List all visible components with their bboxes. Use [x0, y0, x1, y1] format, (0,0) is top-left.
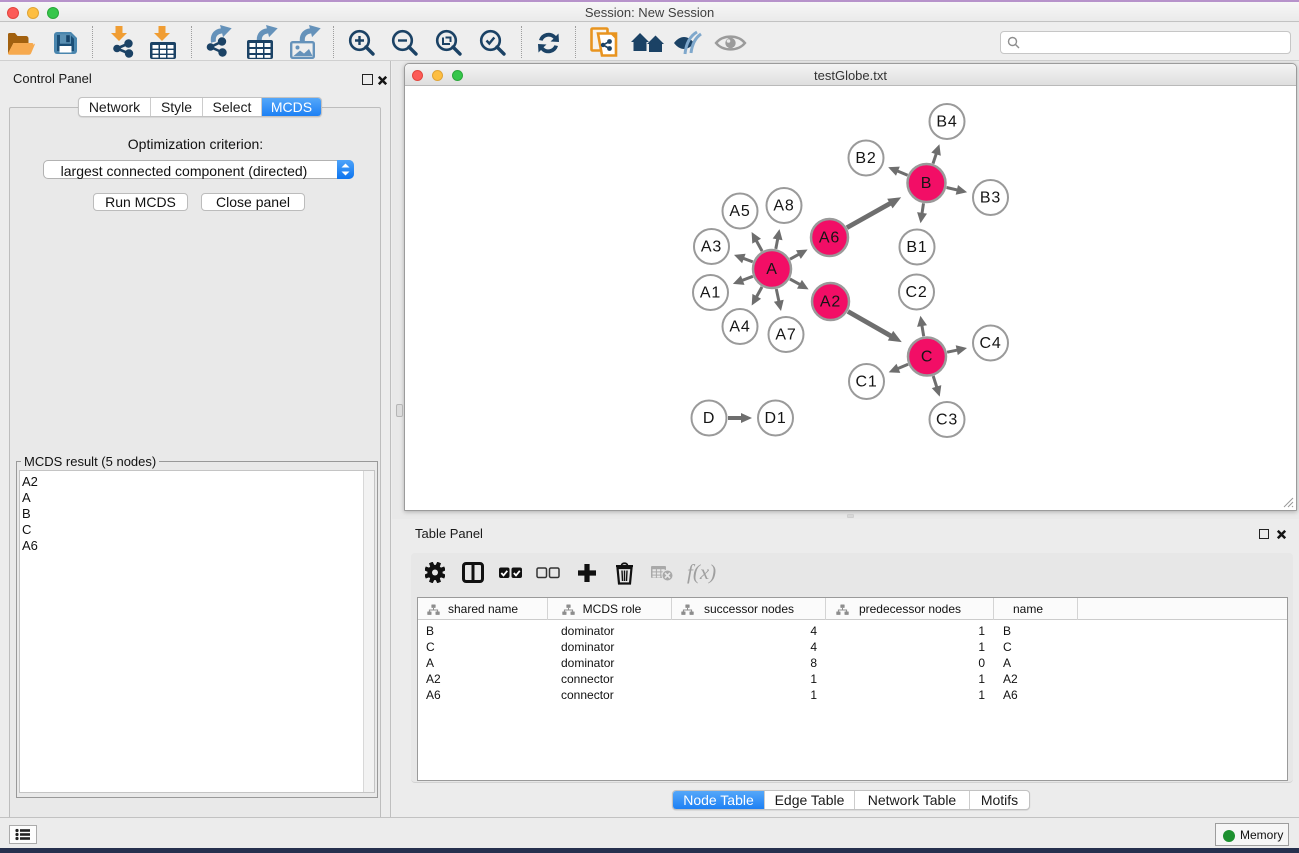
svg-text:A4: A4	[729, 319, 750, 336]
svg-text:C2: C2	[905, 284, 927, 301]
svg-text:D1: D1	[764, 410, 786, 427]
svg-text:C3: C3	[936, 412, 958, 429]
svg-text:D: D	[703, 410, 715, 427]
svg-text:A3: A3	[701, 239, 722, 256]
svg-text:B3: B3	[980, 190, 1001, 207]
svg-text:A2: A2	[820, 294, 841, 311]
svg-text:A7: A7	[775, 327, 796, 344]
svg-text:C1: C1	[855, 374, 877, 391]
svg-text:C: C	[921, 349, 933, 366]
svg-text:C4: C4	[979, 335, 1001, 352]
svg-text:B1: B1	[906, 239, 927, 256]
svg-text:A1: A1	[700, 285, 721, 302]
svg-text:B4: B4	[936, 114, 957, 131]
svg-text:A6: A6	[819, 230, 840, 247]
svg-text:A5: A5	[729, 203, 750, 220]
svg-text:B: B	[921, 175, 932, 192]
svg-text:B2: B2	[855, 150, 876, 167]
svg-text:A: A	[766, 261, 777, 278]
svg-text:A8: A8	[773, 198, 794, 215]
